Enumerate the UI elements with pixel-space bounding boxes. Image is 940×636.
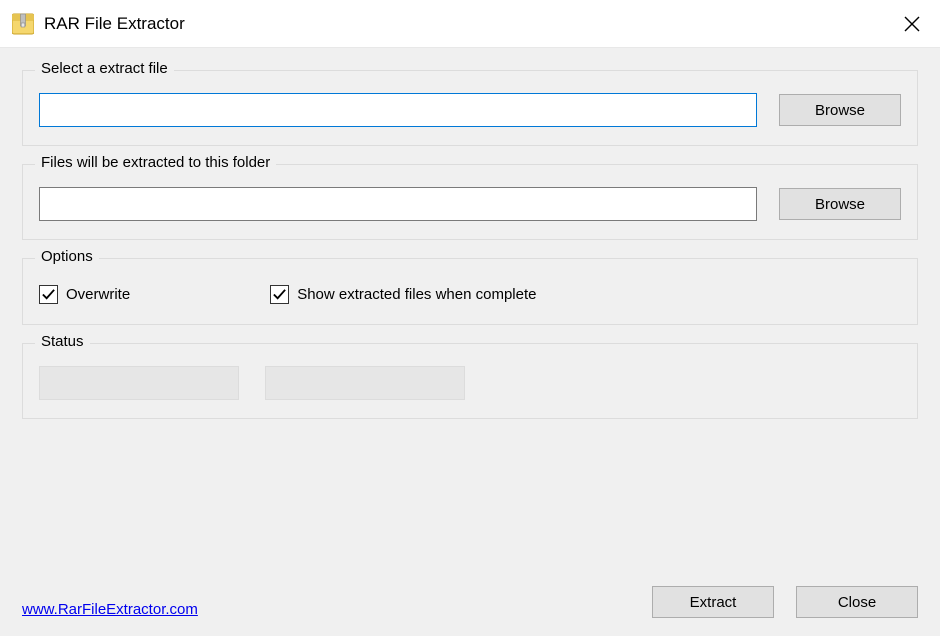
window-close-button[interactable] bbox=[892, 4, 932, 44]
group-status-title: Status bbox=[35, 333, 90, 350]
footer: www.RarFileExtractor.com Extract Close bbox=[22, 586, 918, 618]
group-options-title: Options bbox=[35, 248, 99, 265]
overwrite-option: Overwrite bbox=[39, 285, 130, 304]
group-options: Options Overwrite Show extracted files w… bbox=[22, 258, 918, 325]
show-extracted-checkbox[interactable] bbox=[270, 285, 289, 304]
overwrite-label: Overwrite bbox=[66, 286, 130, 303]
status-box-1 bbox=[39, 366, 239, 400]
titlebar: RAR File Extractor bbox=[0, 0, 940, 48]
group-dest-folder: Files will be extracted to this folder B… bbox=[22, 164, 918, 240]
show-extracted-option: Show extracted files when complete bbox=[270, 285, 536, 304]
website-link[interactable]: www.RarFileExtractor.com bbox=[22, 601, 198, 618]
close-button[interactable]: Close bbox=[796, 586, 918, 618]
client-area: Select a extract file Browse Files will … bbox=[0, 48, 940, 636]
dest-folder-input[interactable] bbox=[39, 187, 757, 221]
group-dest-folder-title: Files will be extracted to this folder bbox=[35, 154, 276, 171]
check-icon bbox=[41, 287, 56, 302]
browse-file-button[interactable]: Browse bbox=[779, 94, 901, 126]
group-select-file-title: Select a extract file bbox=[35, 60, 174, 77]
app-icon bbox=[12, 13, 34, 35]
show-extracted-label: Show extracted files when complete bbox=[297, 286, 536, 303]
close-icon bbox=[904, 16, 920, 32]
check-icon bbox=[272, 287, 287, 302]
status-box-2 bbox=[265, 366, 465, 400]
group-select-file: Select a extract file Browse bbox=[22, 70, 918, 146]
group-status: Status bbox=[22, 343, 918, 419]
window-title: RAR File Extractor bbox=[44, 14, 892, 34]
browse-folder-button[interactable]: Browse bbox=[779, 188, 901, 220]
select-file-input[interactable] bbox=[39, 93, 757, 127]
extract-button[interactable]: Extract bbox=[652, 586, 774, 618]
overwrite-checkbox[interactable] bbox=[39, 285, 58, 304]
